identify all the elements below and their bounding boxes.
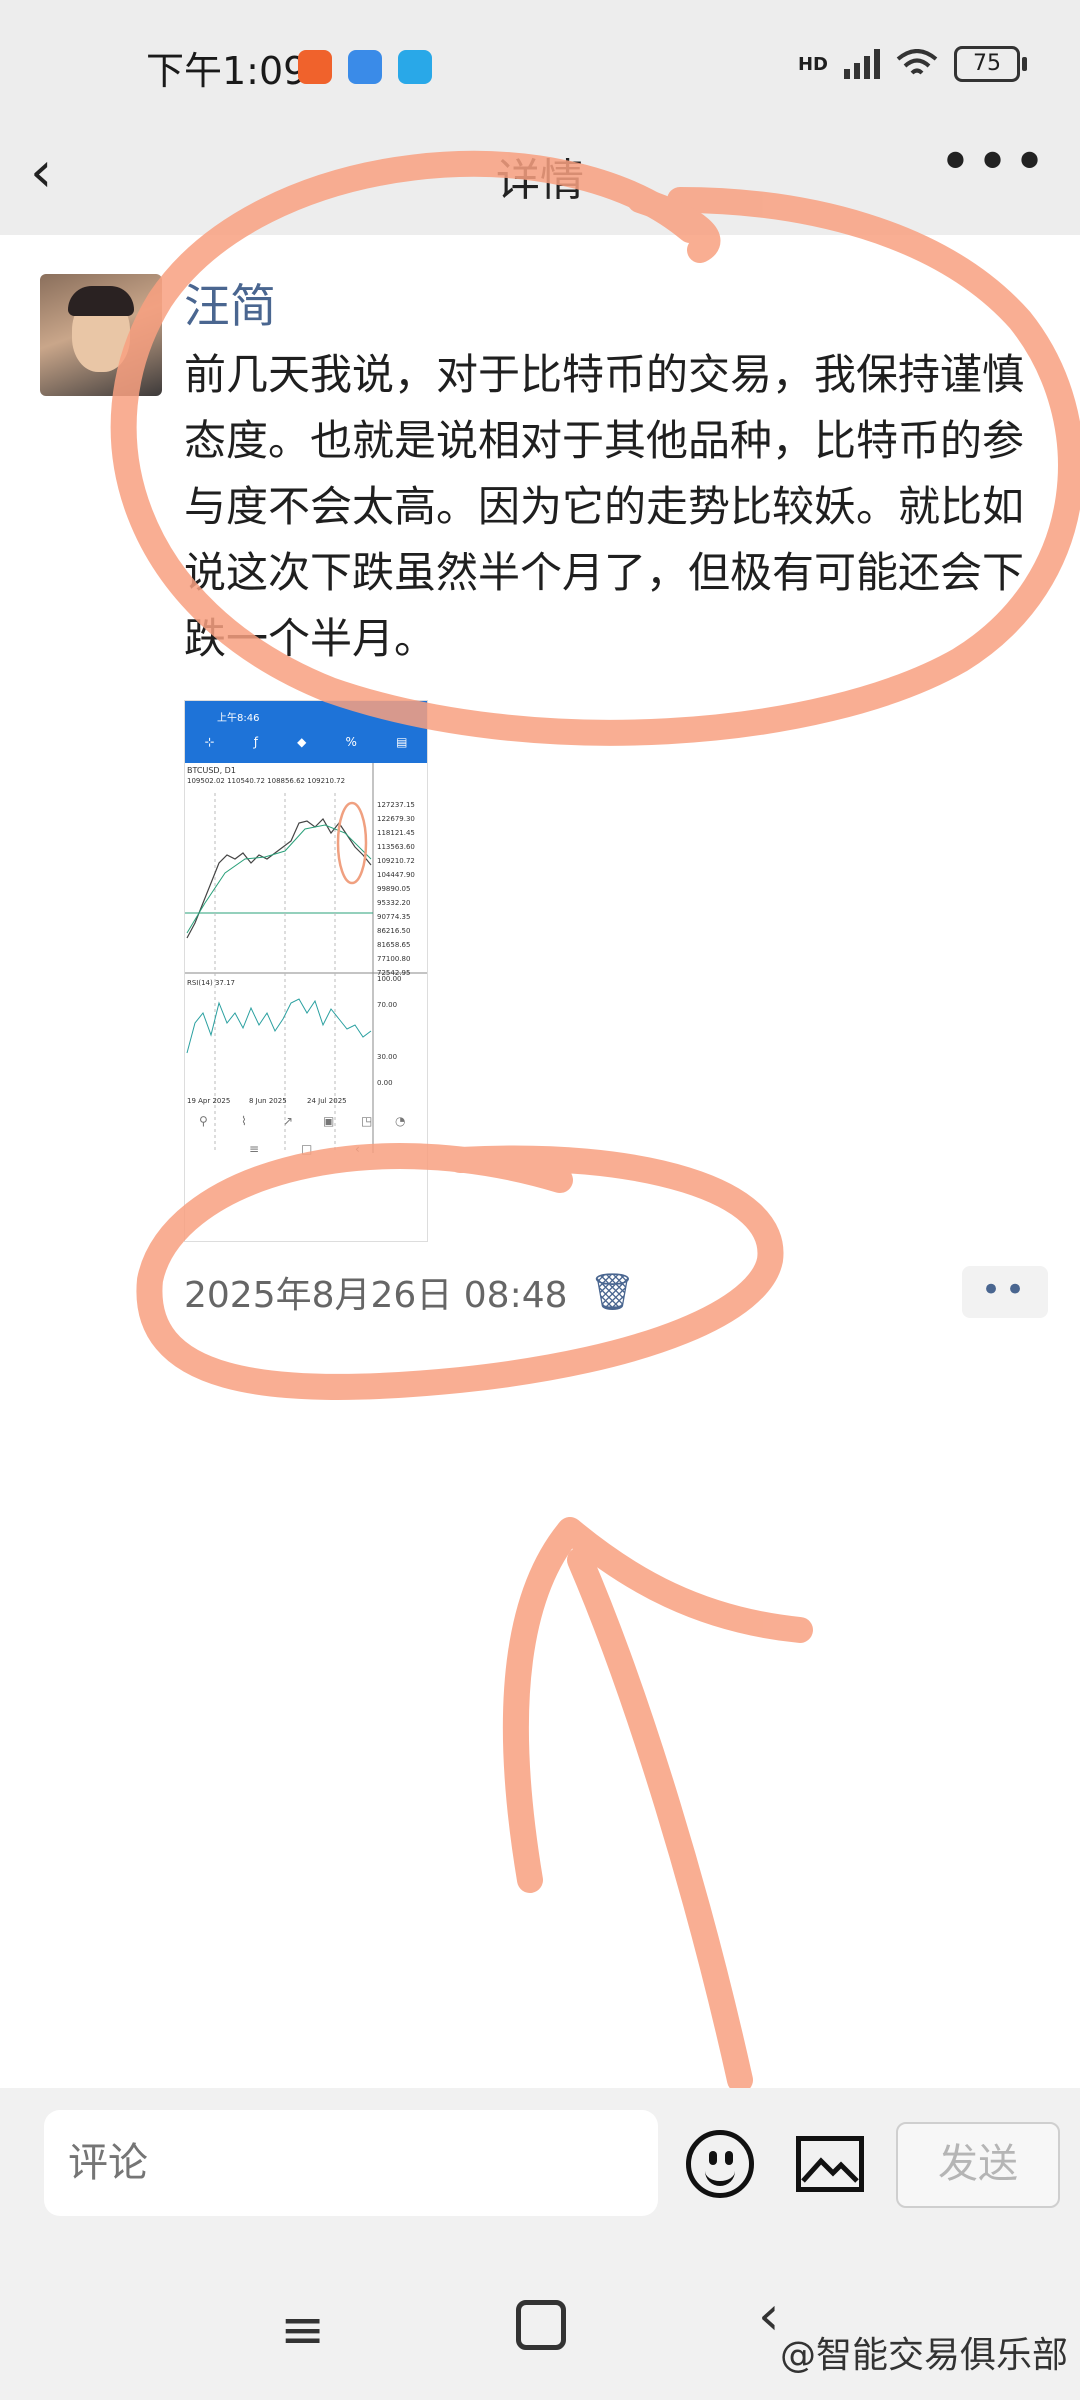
battery-icon: 75: [954, 46, 1027, 82]
price-tick-label: 90774.35: [377, 913, 410, 921]
chart-ohlc: 109502.02 110540.72 108856.62 109210.72: [187, 777, 345, 785]
chart-symbol: BTCUSD, D1: [187, 766, 236, 775]
status-time: 下午1:09: [146, 49, 308, 93]
price-tick-label: 118121.45: [377, 829, 415, 837]
status-indicators: HD 75: [797, 46, 1027, 82]
svg-text:◳: ◳: [361, 1114, 372, 1128]
rsi-tick-label: 70.00: [377, 1001, 397, 1009]
price-tick-label: 81658.65: [377, 941, 410, 949]
rsi-label: RSI(14) 37.17: [187, 979, 235, 987]
price-tick-label: 109210.72: [377, 857, 415, 865]
date-axis: 19 Apr 2025 8 Jun 2025 24 Jul 2025: [187, 1097, 347, 1105]
comment-input[interactable]: [44, 2110, 658, 2216]
status-bar: 下午1:09 HD 75: [0, 0, 1080, 120]
video-app-icon: [298, 50, 332, 84]
date-tick-label: 8 Jun 2025: [249, 1097, 287, 1105]
page-title: 详情: [496, 155, 584, 206]
recent-apps-button[interactable]: ≡: [280, 2298, 325, 2361]
rsi-axis: 100.00 70.00 30.00 0.00: [377, 975, 402, 1087]
svg-text:⚲: ⚲: [199, 1114, 208, 1128]
rsi-tick-label: 0.00: [377, 1079, 393, 1087]
svg-text:□: □: [301, 1142, 312, 1156]
price-tick-label: 86216.50: [377, 927, 410, 935]
top-nav: ‹ 详情 •••: [0, 120, 1080, 235]
network-label: HD: [797, 53, 828, 75]
price-tick-label: 104447.90: [377, 871, 415, 879]
svg-text:◔: ◔: [395, 1114, 405, 1128]
image-toolbar: ⊹ ƒ ◆% ▤: [204, 735, 408, 749]
trash-icon[interactable]: 🗑: [590, 1271, 636, 1313]
price-tick-label: 113563.60: [377, 843, 415, 851]
price-tick-label: 99890.05: [377, 885, 410, 893]
price-tick-label: 122679.30: [377, 815, 415, 823]
send-button[interactable]: 发送: [896, 2122, 1060, 2208]
svg-text:▣: ▣: [323, 1114, 334, 1128]
post-actions-button[interactable]: ••: [962, 1266, 1048, 1318]
post-timestamp-row: 2025年8月26日 08:48 🗑: [184, 1266, 635, 1318]
post-image[interactable]: 上午8:46 ⊹ ƒ ◆% ▤ BTCUSD, D1 109502.02 110540…: [184, 700, 428, 1242]
signal-icon: [844, 49, 880, 79]
price-tick-label: 95332.20: [377, 899, 410, 907]
svg-text:‹: ‹: [355, 1142, 360, 1156]
post-timestamp: 2025年8月26日 08:48: [184, 1275, 568, 1316]
author-name[interactable]: 汪简: [184, 270, 276, 336]
home-button[interactable]: [516, 2300, 566, 2350]
emoji-icon[interactable]: [686, 2130, 754, 2198]
system-back-button[interactable]: ‹: [758, 2284, 780, 2347]
date-tick-label: 24 Jul 2025: [307, 1097, 347, 1105]
svg-text:↗: ↗: [283, 1114, 293, 1128]
price-tick-label: 127237.15: [377, 801, 415, 809]
image-status-time: 上午8:46: [217, 713, 260, 724]
weather-app-icon: [398, 50, 432, 84]
avatar[interactable]: [40, 274, 162, 396]
image-icon[interactable]: [796, 2136, 864, 2192]
rsi-tick-label: 30.00: [377, 1053, 397, 1061]
date-tick-label: 19 Apr 2025: [187, 1097, 230, 1105]
price-tick-label: 77100.80: [377, 955, 410, 963]
watermark: @智能交易俱乐部: [779, 2335, 1068, 2376]
cloud-app-icon: [348, 50, 382, 84]
svg-text:⌇: ⌇: [241, 1114, 247, 1128]
price-axis: 127237.15 122679.30 118121.45 113563.60 109…: [377, 801, 415, 977]
wifi-icon: [896, 49, 938, 75]
rsi-tick-label: 100.00: [377, 975, 402, 983]
more-options-button[interactable]: •••: [939, 130, 1050, 195]
svg-text:≡: ≡: [249, 1142, 259, 1156]
post-text: 前几天我说，对于比特币的交易，我保持谨慎态度。也就是说相对于其他品种，比特币的参…: [184, 350, 1025, 663]
